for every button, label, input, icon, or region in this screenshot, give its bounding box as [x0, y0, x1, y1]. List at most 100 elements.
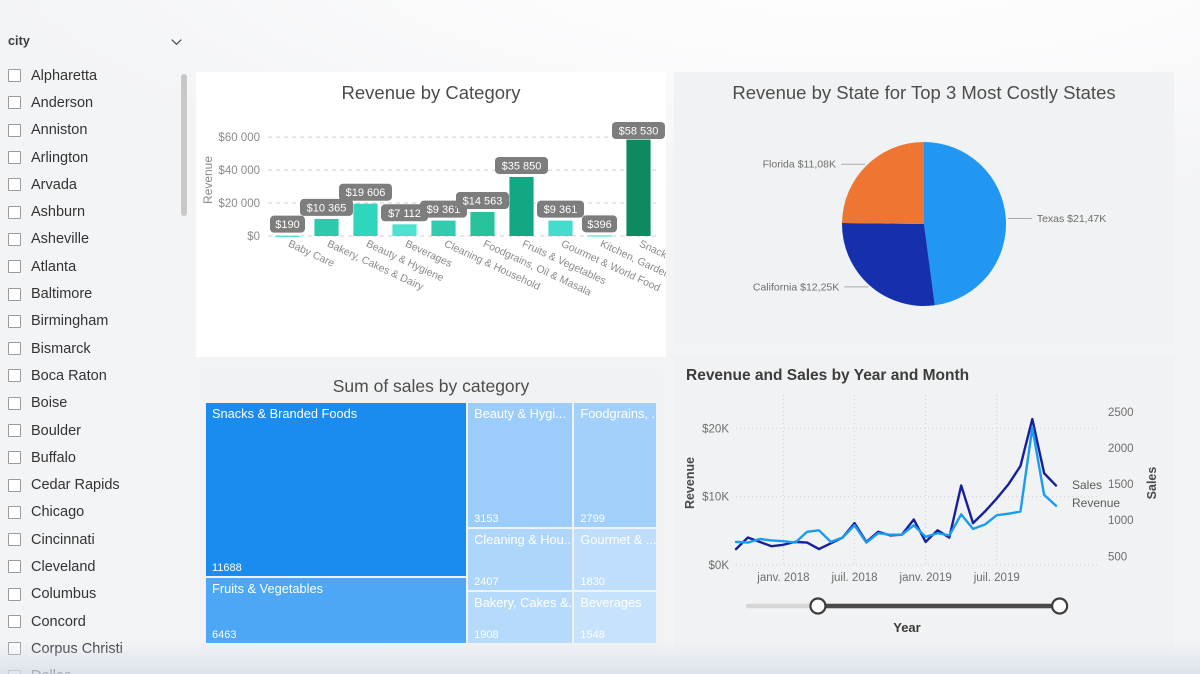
checkbox-icon[interactable] [8, 260, 21, 274]
bar[interactable] [587, 235, 612, 237]
bar[interactable] [392, 224, 417, 236]
pie-slice[interactable] [842, 142, 924, 224]
slicer-item[interactable]: Bismarck [0, 335, 180, 362]
checkbox-icon[interactable] [8, 642, 21, 656]
slicer-item[interactable]: Cleveland [0, 553, 180, 580]
checkbox-icon[interactable] [8, 287, 21, 301]
bar[interactable] [431, 220, 456, 236]
checkbox-icon[interactable] [8, 314, 21, 328]
checkbox-icon[interactable] [8, 505, 21, 519]
treemap-tile[interactable]: Beauty & Hygi... 3153 [467, 402, 574, 528]
pie-slice[interactable] [842, 222, 935, 306]
slicer-item[interactable]: Boca Raton [0, 362, 180, 389]
pie-chart-plot[interactable]: Texas $21,47K California $12,25K Florida $… [674, 106, 1174, 344]
line-y-tick-label: $0K [709, 560, 730, 572]
checkbox-icon[interactable] [8, 424, 21, 437]
line-x-tick-label: janv. 2018 [756, 572, 809, 584]
slicer-item[interactable]: Asheville [0, 226, 180, 253]
slicer-item[interactable]: Cedar Rapids [0, 471, 180, 498]
slicer-item-list[interactable]: Alpharetta Anderson Anniston Arlington Arvad… [0, 62, 180, 674]
treemap-tile[interactable]: Snacks & Branded Foods 11688 [205, 402, 468, 578]
year-slider-label: Year [893, 620, 920, 635]
bar-data-label: $9 361 [427, 204, 461, 216]
year-slider-handle-end[interactable] [1051, 597, 1069, 615]
slicer-item[interactable]: Birmingham [0, 308, 180, 335]
checkbox-icon[interactable] [8, 369, 21, 383]
checkbox-icon[interactable] [8, 123, 21, 137]
treemap-tile[interactable]: Cleaning & Hou... 2407 [467, 527, 574, 591]
checkbox-icon[interactable] [8, 533, 21, 547]
checkbox-icon[interactable] [8, 615, 21, 629]
slicer-item[interactable]: Boise [0, 390, 180, 417]
slicer-item[interactable]: Concord [0, 608, 180, 635]
treemap-tile[interactable]: Foodgrains, ... 2799 [573, 402, 657, 528]
bar[interactable] [626, 139, 651, 236]
slicer-item[interactable]: Alpharetta [0, 62, 180, 89]
pie-slice-label: California $12,25K [753, 281, 839, 293]
treemap-tile[interactable]: Beverages 1548 [573, 590, 657, 644]
checkbox-icon[interactable] [8, 178, 21, 192]
treemap-tile-label: Beauty & Hygi... [474, 406, 566, 421]
slicer-item[interactable]: Corpus Christi [0, 635, 180, 662]
slicer-item[interactable]: Arvada [0, 171, 180, 198]
bar[interactable] [314, 218, 339, 236]
slicer-item[interactable]: Atlanta [0, 253, 180, 280]
checkbox-icon[interactable] [8, 478, 21, 492]
slicer-item-label: Anniston [31, 122, 88, 139]
slicer-item[interactable]: Arlington [0, 144, 180, 171]
bar-y-tick-label: $40 000 [218, 165, 260, 177]
bar-chart-plot[interactable]: Revenue$0$20 000$40 000$60 000$190Baby C… [196, 110, 666, 357]
line-series[interactable] [734, 417, 1058, 551]
dashboard-root: city Alpharetta Anderson Anniston Arlington… [0, 0, 1200, 674]
treemap-tile-label: Foodgrains, ... [580, 406, 657, 421]
bar[interactable] [353, 203, 378, 236]
slicer-item[interactable]: Chicago [0, 499, 180, 526]
slicer-item[interactable]: Cincinnati [0, 526, 180, 553]
line-chart-plot[interactable]: Revenue Sales $0K $10K $20K 500 1000 1500 2000 25… [674, 383, 1174, 650]
treemap-tile[interactable]: Gourmet & ... 1830 [573, 527, 657, 591]
bar[interactable] [470, 212, 495, 236]
treemap-tile[interactable]: Bakery, Cakes &... 1908 [467, 590, 574, 644]
checkbox-icon[interactable] [8, 587, 21, 601]
pie-slice[interactable] [924, 142, 1006, 306]
slicer-item-label: Arvada [31, 176, 77, 193]
checkbox-icon[interactable] [8, 451, 21, 465]
slicer-item-label: Arlington [31, 149, 89, 166]
treemap-tile[interactable]: Fruits & Vegetables 6463 [205, 577, 468, 644]
bar[interactable] [509, 176, 534, 236]
slicer-item[interactable]: Ashburn [0, 198, 180, 225]
line-y2-tick-label: 1000 [1108, 515, 1134, 527]
slicer-item[interactable]: Dallas [0, 663, 180, 674]
checkbox-icon[interactable] [8, 560, 21, 574]
checkbox-icon[interactable] [8, 96, 21, 110]
bar-data-label: $58 530 [619, 126, 659, 138]
year-slider-handle-start[interactable] [809, 597, 827, 615]
line-y2-axis-title: Sales [1145, 467, 1159, 500]
bar[interactable] [548, 220, 573, 236]
checkbox-icon[interactable] [8, 396, 21, 410]
line-legend-label[interactable]: Sales [1072, 478, 1102, 492]
line-y2-tick-label: 2500 [1108, 407, 1134, 419]
line-y2-tick-label: 2000 [1108, 443, 1134, 455]
slicer-scrollbar-thumb[interactable] [181, 74, 187, 216]
checkbox-icon[interactable] [8, 669, 21, 674]
chevron-down-icon[interactable] [169, 34, 184, 49]
slicer-item[interactable]: Boulder [0, 417, 180, 444]
bar-data-label: $35 850 [502, 160, 542, 172]
slicer-item[interactable]: Columbus [0, 581, 180, 608]
slicer-item[interactable]: Buffalo [0, 444, 180, 471]
checkbox-icon[interactable] [8, 151, 21, 165]
bar-data-label: $396 [587, 219, 611, 231]
line-legend-label[interactable]: Revenue [1072, 496, 1120, 510]
checkbox-icon[interactable] [8, 205, 21, 219]
bar[interactable] [275, 235, 300, 237]
checkbox-icon[interactable] [8, 342, 21, 356]
checkbox-icon[interactable] [8, 232, 21, 246]
slicer-item[interactable]: Anniston [0, 117, 180, 144]
slicer-item[interactable]: Baltimore [0, 280, 180, 307]
pie-chart-title: Revenue by State for Top 3 Most Costly S… [732, 82, 1116, 103]
slicer-item-label: Alpharetta [31, 67, 98, 84]
treemap-body[interactable]: Snacks & Branded Foods 11688 Fruits & Vege… [205, 402, 657, 644]
slicer-item[interactable]: Anderson [0, 89, 180, 116]
checkbox-icon[interactable] [8, 69, 21, 83]
